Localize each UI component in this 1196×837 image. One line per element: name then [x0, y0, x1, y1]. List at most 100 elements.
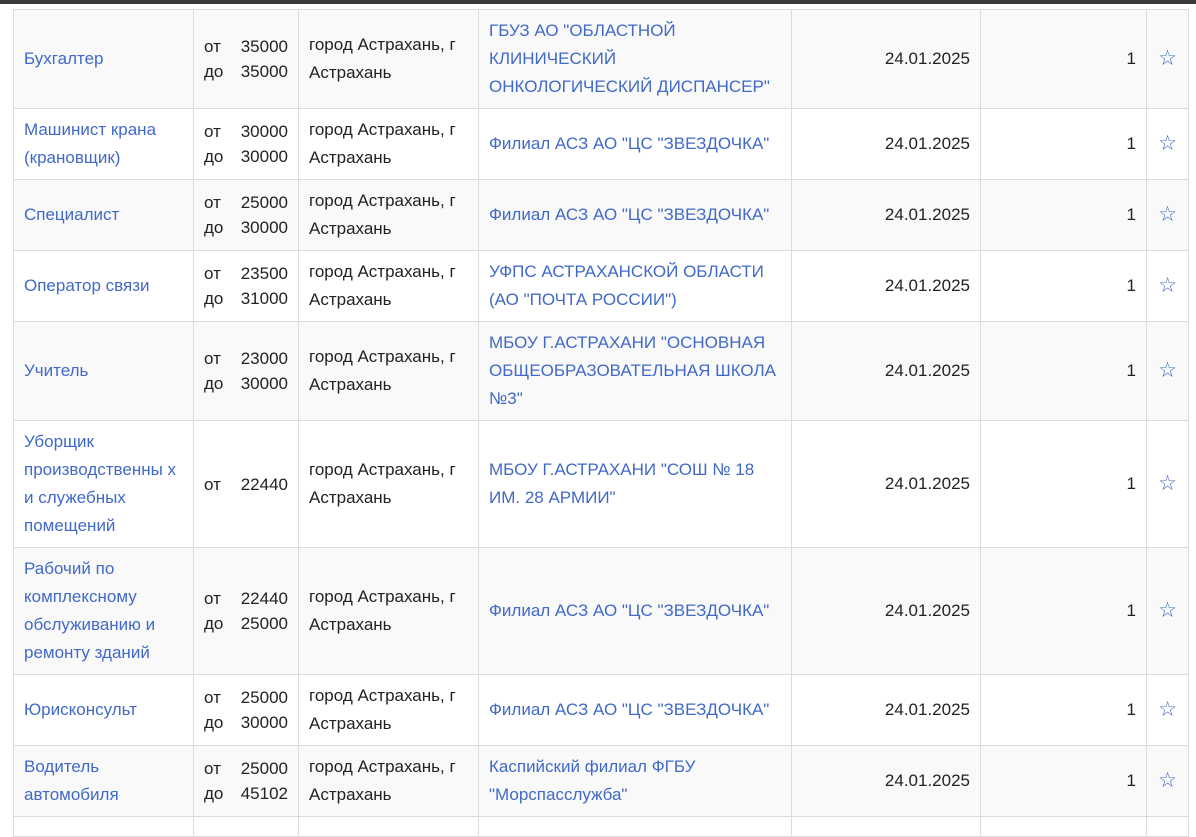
- employer-link[interactable]: Филиал АСЗ АО "ЦС "ЗВЕЗДОЧКА": [489, 700, 769, 719]
- salary-value: 25000: [240, 614, 288, 633]
- vacancy-count-cell: 1: [980, 250, 1147, 322]
- salary-value: 30000: [240, 122, 288, 141]
- salary-cell: от 25000 до 45102: [193, 745, 299, 817]
- job-title-cell: Водитель автомобиля: [13, 745, 194, 817]
- employer-link[interactable]: УФПС АСТРАХАНСКОЙ ОБЛАСТИ (АО "ПОЧТА РОС…: [489, 262, 764, 309]
- favorite-cell: ☆: [1146, 321, 1189, 421]
- job-title-cell: Бухгалтер: [13, 9, 194, 109]
- location-cell: город Астрахань, г Астрахань: [298, 674, 479, 746]
- date-cell: 24.01.2025: [791, 547, 981, 675]
- favorite-cell: ☆: [1146, 547, 1189, 675]
- job-title-cell: Машинист крана (крановщик): [13, 108, 194, 180]
- job-title-link[interactable]: Оператор связи: [24, 276, 149, 295]
- salary-cell: от 25000 до 30000: [193, 179, 299, 251]
- salary-prefix: до: [204, 784, 224, 803]
- star-icon[interactable]: ☆: [1158, 46, 1177, 70]
- vacancy-table-container: Бухгалтер от 35000 до 35000 город Астрахань, …: [13, 9, 1189, 837]
- favorite-cell: ☆: [1146, 9, 1189, 109]
- table-row: Специалист от 25000 до 30000 город Астрахань,…: [13, 179, 1189, 251]
- salary-cell: от 23500 до 31000: [193, 250, 299, 322]
- employer-cell: Филиал АСЗ АО "ЦС "ЗВЕЗДОЧКА": [478, 108, 792, 180]
- salary-line: от 35000: [204, 34, 288, 59]
- employer-link[interactable]: Филиал АСЗ АО "ЦС "ЗВЕЗДОЧКА": [489, 134, 769, 153]
- employer-link[interactable]: ГБУЗ АО "ОБЛАСТНОЙ КЛИНИЧЕСКИЙ ОНКОЛОГИЧ…: [489, 21, 770, 96]
- salary-cell: от 23000 до 30000: [193, 321, 299, 421]
- salary-value: 22440: [240, 474, 288, 494]
- job-title-cell: Юрисконсульт: [13, 674, 194, 746]
- date-cell: 24.01.2025: [791, 321, 981, 421]
- star-icon[interactable]: ☆: [1158, 598, 1177, 622]
- star-icon[interactable]: ☆: [1158, 131, 1177, 155]
- date-cell: 24.01.2025: [791, 420, 981, 548]
- employer-link[interactable]: Каспийский филиал ФГБУ "Морспасслужба": [489, 757, 695, 804]
- top-border-bar: [0, 0, 1196, 4]
- salary-value: 30000: [240, 218, 288, 237]
- job-title-link[interactable]: Уборщик производственны х и служебных по…: [24, 432, 176, 535]
- salary-line: до 30000: [204, 710, 288, 735]
- salary-cell: от 30000 до 30000: [193, 108, 299, 180]
- salary-line: от 23500: [204, 261, 288, 286]
- star-icon[interactable]: ☆: [1158, 202, 1177, 226]
- salary-line: до 45102: [204, 781, 288, 806]
- job-title-link[interactable]: Водитель автомобиля: [24, 757, 119, 804]
- vacancy-table: Бухгалтер от 35000 до 35000 город Астрахань, …: [13, 9, 1189, 837]
- salary-prefix: до: [204, 374, 224, 393]
- employer-link[interactable]: Филиал АСЗ АО "ЦС "ЗВЕЗДОЧКА": [489, 601, 769, 620]
- favorite-cell: ☆: [1146, 250, 1189, 322]
- salary-value: 23000: [240, 349, 288, 368]
- salary-value: 25000: [240, 759, 288, 778]
- salary-line: от 22440: [204, 586, 288, 611]
- salary-prefix: до: [204, 147, 224, 166]
- job-title-link[interactable]: Бухгалтер: [24, 49, 104, 68]
- table-row: Машинист крана (крановщик) от 30000 до 30000…: [13, 108, 1189, 180]
- vacancy-count-cell: 1: [980, 321, 1147, 421]
- employer-cell: УФПС АСТРАХАНСКОЙ ОБЛАСТИ (АО "ПОЧТА РОС…: [478, 250, 792, 322]
- job-title-cell: Специалист: [13, 179, 194, 251]
- job-title-cell: Учитель: [13, 321, 194, 421]
- job-title-link[interactable]: Специалист: [24, 205, 119, 224]
- date-cell: 24.01.2025: [791, 674, 981, 746]
- table-row: Рабочий по комплексному обслуживанию и р…: [13, 547, 1189, 675]
- employer-link[interactable]: МБОУ Г.АСТРАХАНИ "СОШ № 18 ИМ. 28 АРМИИ": [489, 460, 754, 507]
- star-icon[interactable]: ☆: [1158, 768, 1177, 792]
- vacancy-count-cell: 1: [980, 420, 1147, 548]
- employer-link[interactable]: МБОУ Г.АСТРАХАНИ "ОСНОВНАЯ ОБЩЕОБРАЗОВАТ…: [489, 333, 776, 408]
- employer-link[interactable]: Филиал АСЗ АО "ЦС "ЗВЕЗДОЧКА": [489, 205, 769, 224]
- salary-value: 22440: [240, 589, 288, 608]
- vacancy-count-cell: 1: [980, 179, 1147, 251]
- table-row: Юрисконсульт от 25000 до 30000 город Астрахан…: [13, 674, 1189, 746]
- location-cell: город Астрахань, г Астрахань: [298, 745, 479, 817]
- vacancy-table-body: Бухгалтер от 35000 до 35000 город Астрахань, …: [13, 9, 1189, 837]
- salary-value: 25000: [240, 688, 288, 707]
- job-title-cell: Уборщик производственны х и служебных по…: [13, 420, 194, 548]
- salary-line: до 30000: [204, 371, 288, 396]
- salary-value: 30000: [240, 713, 288, 732]
- job-title-link[interactable]: Машинист крана (крановщик): [24, 120, 156, 167]
- job-title-link[interactable]: Учитель: [24, 361, 88, 380]
- salary-line: от 30000: [204, 119, 288, 144]
- salary-prefix: от: [204, 349, 221, 368]
- salary-value: 30000: [240, 147, 288, 166]
- star-icon[interactable]: ☆: [1158, 273, 1177, 297]
- employer-cell: МБОУ Г.АСТРАХАНИ "СОШ № 18 ИМ. 28 АРМИИ": [478, 420, 792, 548]
- job-title-cell: Оператор связи: [13, 250, 194, 322]
- date-cell: 24.01.2025: [791, 179, 981, 251]
- location-cell: город Астрахань, г Астрахань: [298, 420, 479, 548]
- date-cell: 24.01.2025: [791, 745, 981, 817]
- employer-cell: ГБУЗ АО "ОБЛАСТНОЙ КЛИНИЧЕСКИЙ ОНКОЛОГИЧ…: [478, 9, 792, 109]
- star-icon[interactable]: ☆: [1158, 358, 1177, 382]
- favorite-cell: ☆: [1146, 674, 1189, 746]
- table-row: Водитель автомобиля от 25000 до 45102 город А…: [13, 745, 1189, 817]
- salary-line: до 30000: [204, 144, 288, 169]
- star-icon[interactable]: ☆: [1158, 471, 1177, 495]
- favorite-cell: ☆: [1146, 745, 1189, 817]
- star-icon[interactable]: ☆: [1158, 697, 1177, 721]
- table-row: Оператор связи от 23500 до 31000 город Астрах…: [13, 250, 1189, 322]
- salary-line: до 25000: [204, 611, 288, 636]
- job-title-link[interactable]: Рабочий по комплексному обслуживанию и р…: [24, 559, 155, 662]
- job-title-link[interactable]: Юрисконсульт: [24, 700, 137, 719]
- favorite-cell: ☆: [1146, 420, 1189, 548]
- salary-prefix: до: [204, 713, 224, 732]
- location-cell: город Астрахань, г Астрахань: [298, 179, 479, 251]
- salary-cell: от 22440: [193, 420, 299, 548]
